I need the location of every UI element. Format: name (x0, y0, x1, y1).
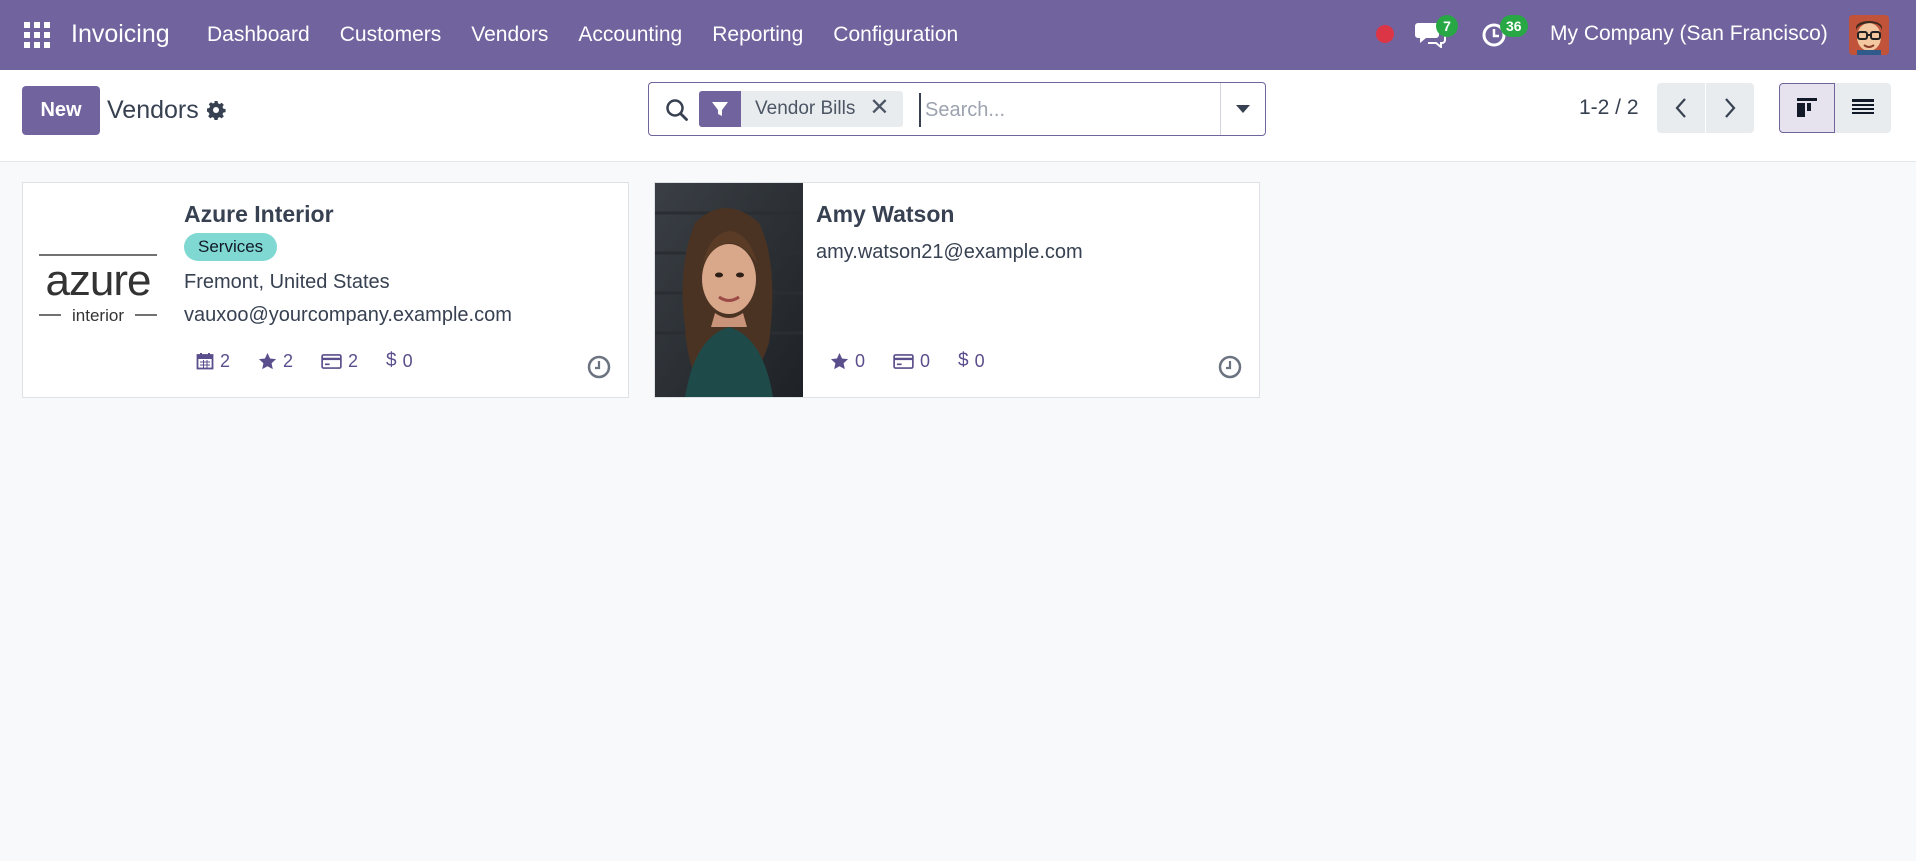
filter-icon (699, 91, 741, 127)
app-name[interactable]: Invoicing (71, 20, 170, 49)
vendor-location: Fremont, United States (184, 271, 390, 293)
vendor-stats: 2 2 2 $ 0 (196, 350, 441, 372)
gear-icon[interactable] (206, 100, 226, 120)
amount-stat[interactable]: $ 0 (958, 350, 985, 372)
dollar-icon: $ (386, 350, 397, 371)
menu-item-dashboard[interactable]: Dashboard (207, 23, 310, 47)
menu-item-configuration[interactable]: Configuration (833, 23, 958, 47)
top-navbar: Invoicing Dashboard Customers Vendors Ac… (0, 0, 1916, 70)
control-panel: New Vendors Vendor Bills ✕ 1-2 / 2 (0, 70, 1916, 162)
favorites-stat[interactable]: 2 (258, 351, 293, 372)
page-title: Vendors (107, 96, 199, 124)
logo-text-sub: interior (72, 306, 124, 325)
search-facet: Vendor Bills ✕ (699, 91, 904, 127)
messages-badge: 7 (1436, 15, 1458, 37)
search-icon[interactable] (664, 97, 690, 123)
bills-count: 0 (920, 350, 931, 371)
pager-next-button[interactable] (1706, 83, 1754, 133)
calendar-icon (196, 353, 214, 370)
star-icon (830, 352, 849, 369)
menu-item-accounting[interactable]: Accounting (578, 23, 682, 47)
kanban-view-button[interactable] (1779, 83, 1835, 133)
list-view-button[interactable] (1835, 83, 1891, 133)
chevron-left-icon (1675, 98, 1686, 118)
search-bar: Vendor Bills ✕ (648, 82, 1266, 136)
amount-value: 0 (974, 350, 985, 371)
menu-item-vendors[interactable]: Vendors (471, 23, 548, 47)
vendor-name: Azure Interior (184, 201, 334, 227)
activity-clock-icon[interactable] (587, 355, 611, 379)
search-options-toggle[interactable] (1220, 83, 1265, 135)
vendor-card-amy-watson[interactable]: Amy Watson amy.watson21@example.com 0 0 … (654, 182, 1260, 398)
favorites-count: 2 (283, 350, 294, 371)
apps-grid-icon[interactable] (24, 22, 50, 48)
company-switcher[interactable]: My Company (San Francisco) (1550, 22, 1828, 46)
caret-down-icon (1236, 105, 1250, 113)
search-input[interactable] (919, 93, 1219, 127)
bills-stat[interactable]: 0 (893, 351, 930, 372)
user-avatar[interactable] (1849, 15, 1889, 55)
amount-stat[interactable]: $ 0 (386, 350, 413, 372)
facet-label: Vendor Bills (755, 98, 856, 119)
vendor-email: vauxoo@yourcompany.example.com (184, 304, 512, 326)
amount-value: 0 (402, 350, 413, 371)
menu-item-customers[interactable]: Customers (340, 23, 442, 47)
main-menu: Dashboard Customers Vendors Accounting R… (207, 0, 988, 70)
activity-clock-icon[interactable] (1218, 355, 1242, 379)
list-icon (1852, 99, 1874, 114)
menu-item-reporting[interactable]: Reporting (712, 23, 803, 47)
vendor-card-azure-interior[interactable]: azure interior Azure Interior Services F… (22, 182, 629, 398)
favorites-stat[interactable]: 0 (830, 351, 865, 372)
favorites-count: 0 (855, 350, 866, 371)
credit-card-icon (893, 353, 914, 369)
pager-value[interactable]: 1-2 / 2 (1579, 96, 1639, 120)
meetings-count: 2 (220, 350, 231, 371)
chevron-right-icon (1725, 98, 1736, 118)
vendor-stats: 0 0 $ 0 (830, 350, 1013, 372)
logo-text-main: azure (45, 256, 150, 305)
vendor-logo: azure interior (23, 183, 171, 397)
kanban-icon (1797, 98, 1817, 117)
bills-stat[interactable]: 2 (321, 351, 358, 372)
meetings-stat[interactable]: 2 (196, 351, 230, 372)
new-button[interactable]: New (22, 86, 100, 135)
star-icon (258, 352, 277, 369)
pager-previous-button[interactable] (1657, 83, 1705, 133)
activities-badge: 36 (1500, 15, 1528, 37)
vendor-photo (655, 183, 803, 397)
category-tag: Services (184, 233, 278, 261)
vendor-email: amy.watson21@example.com (816, 241, 1083, 263)
facet-remove-icon[interactable]: ✕ (869, 91, 903, 127)
vendor-name: Amy Watson (816, 201, 955, 227)
dollar-icon: $ (958, 350, 969, 371)
recording-indicator-icon[interactable] (1376, 25, 1394, 43)
bills-count: 2 (348, 350, 359, 371)
credit-card-icon (321, 353, 342, 369)
